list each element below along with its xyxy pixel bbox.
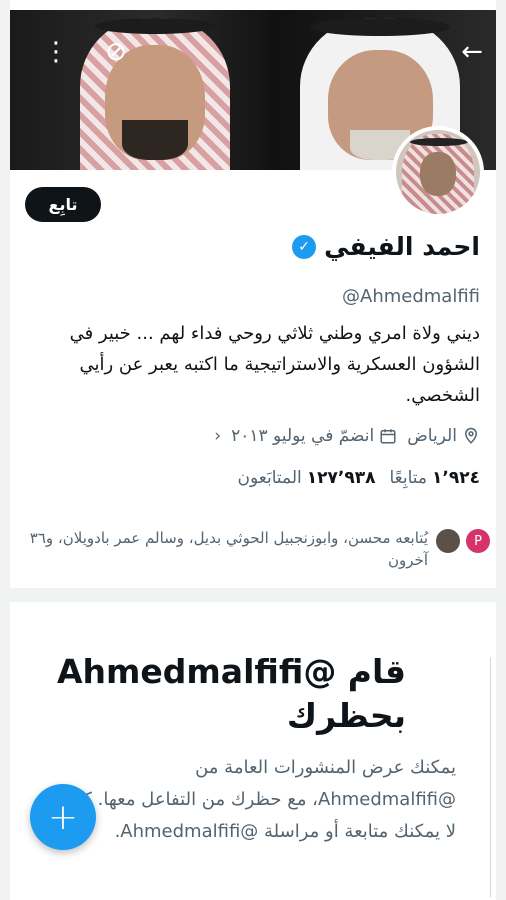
mutual-followers[interactable]: P يُتابعه محسن، وابوزنجبيل الحوثي بديل، … — [12, 527, 492, 571]
more-menu-icon[interactable]: ⋮ — [42, 38, 70, 66]
banner-figure-left-beard — [122, 120, 188, 160]
calendar-icon — [380, 429, 396, 444]
mutual-avatar — [434, 527, 462, 555]
following-label: متابِعًا — [389, 468, 428, 488]
frame-left-edge — [0, 0, 10, 900]
followers-stat[interactable]: ١٢٧٬٩٣٨ المتابَعون — [238, 468, 376, 488]
banner-figure-left-agal — [95, 18, 215, 34]
mutual-avatars: P — [434, 527, 492, 557]
banner-figure-right-agal — [310, 18, 450, 36]
avatar-agal — [410, 138, 468, 146]
avatar-face — [420, 152, 456, 196]
joined-item: انضمّ في يوليو ٢٠١٣ — [231, 426, 397, 446]
blocked-title: قام @Ahmedmalfifi بحظرك — [57, 652, 406, 735]
followers-count: ١٢٧٬٩٣٨ — [306, 468, 376, 488]
mutual-avatar: P — [464, 527, 492, 555]
follow-button[interactable]: تابِع — [25, 187, 101, 222]
profile-stats-row: ١٬٩٢٤ متابِعًا ١٢٧٬٩٣٨ المتابَعون — [238, 468, 480, 488]
profile-bio: ديني ولاة امري وطني ثلاثي روحي فداء لهم … — [69, 323, 480, 406]
notifications-off-icon[interactable]: ⊘ — [102, 38, 130, 66]
meta-expand-chevron-icon[interactable]: ‹ — [214, 426, 221, 446]
following-stat[interactable]: ١٬٩٢٤ متابِعًا — [390, 468, 481, 488]
location-item: الرياض — [407, 426, 480, 446]
scrollbar-edge[interactable] — [490, 657, 496, 897]
compose-post-button[interactable]: + — [30, 784, 96, 850]
blocked-description: يمكنك عرض المنشورات العامة من @Ahmedmalf… — [67, 757, 456, 842]
profile-name-row: احمد الفيفي ✓ — [292, 232, 480, 261]
back-arrow-icon[interactable]: ← — [458, 38, 486, 66]
location-pin-icon — [464, 427, 478, 444]
location-text: الرياض — [407, 426, 457, 446]
followers-label: المتابَعون — [237, 468, 302, 488]
frame-right-edge — [496, 0, 506, 900]
profile-avatar[interactable] — [392, 126, 484, 218]
profile-meta-row: الرياض انضمّ في يوليو ٢٠١٣ ‹ — [214, 426, 480, 446]
mutual-followers-text: يُتابعه محسن، وابوزنجبيل الحوثي بديل، وس… — [29, 529, 428, 569]
blocked-notice: قام @Ahmedmalfifi بحظرك يمكنك عرض المنشو… — [10, 602, 496, 900]
joined-text: انضمّ في يوليو ٢٠١٣ — [231, 426, 375, 446]
following-count: ١٬٩٢٤ — [432, 468, 480, 488]
display-name: احمد الفيفي — [324, 232, 480, 261]
profile-handle: @Ahmedmalfifi — [342, 286, 480, 307]
section-divider — [0, 588, 506, 602]
verified-badge-icon[interactable]: ✓ — [292, 234, 317, 259]
